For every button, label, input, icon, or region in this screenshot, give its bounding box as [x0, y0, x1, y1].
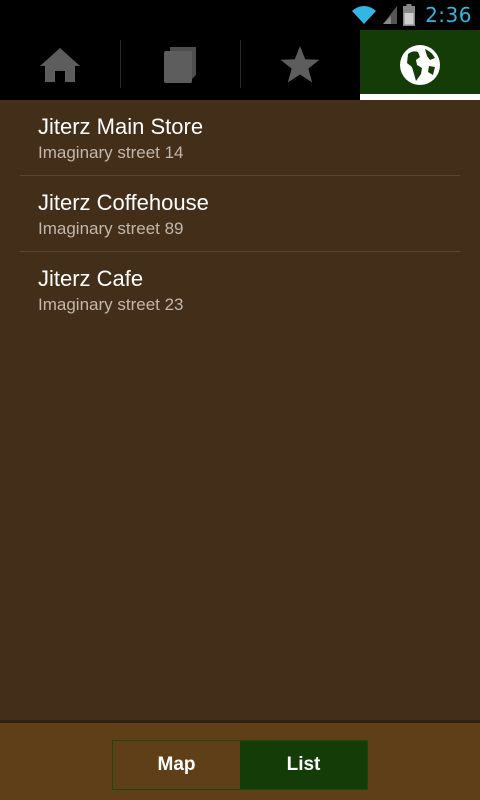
location-name: Jiterz Cafe — [38, 266, 144, 291]
tab-home[interactable] — [0, 30, 120, 100]
status-clock: 2:36 — [425, 3, 472, 27]
tab-favorites[interactable] — [240, 30, 360, 100]
view-toggle: Map List — [112, 740, 368, 790]
status-bar: 2:36 — [0, 0, 480, 30]
map-view-button[interactable]: Map — [113, 741, 240, 789]
location-name: Jiterz Coffehouse — [38, 190, 209, 215]
location-address: Imaginary street 14 — [38, 143, 184, 162]
location-address: Imaginary street 23 — [38, 295, 184, 314]
location-item[interactable]: Jiterz Cafe Imaginary street 23 — [20, 252, 460, 328]
tab-library[interactable] — [120, 30, 240, 100]
tab-divider — [120, 40, 121, 88]
tab-locations[interactable] — [360, 30, 480, 100]
globe-icon — [399, 44, 441, 86]
location-name: Jiterz Main Store — [38, 114, 204, 139]
home-icon — [38, 46, 82, 84]
location-list: Jiterz Main Store Imaginary street 14 Ji… — [0, 100, 480, 720]
wifi-icon — [351, 5, 377, 25]
location-item[interactable]: Jiterz Coffehouse Imaginary street 89 — [20, 176, 460, 252]
bottom-bar: Map List — [0, 720, 480, 800]
location-address: Imaginary street 89 — [38, 219, 184, 238]
location-item[interactable]: Jiterz Main Store Imaginary street 14 — [20, 100, 460, 176]
list-view-button[interactable]: List — [240, 741, 367, 789]
tab-bar — [0, 30, 480, 100]
star-icon — [279, 45, 321, 85]
app-screen: 2:36 Jiterz Main Store Imaginary street … — [0, 0, 480, 800]
signal-icon — [383, 6, 398, 24]
tab-divider — [240, 40, 241, 88]
book-icon — [162, 45, 198, 85]
battery-icon — [403, 4, 416, 26]
tab-divider — [360, 40, 361, 88]
